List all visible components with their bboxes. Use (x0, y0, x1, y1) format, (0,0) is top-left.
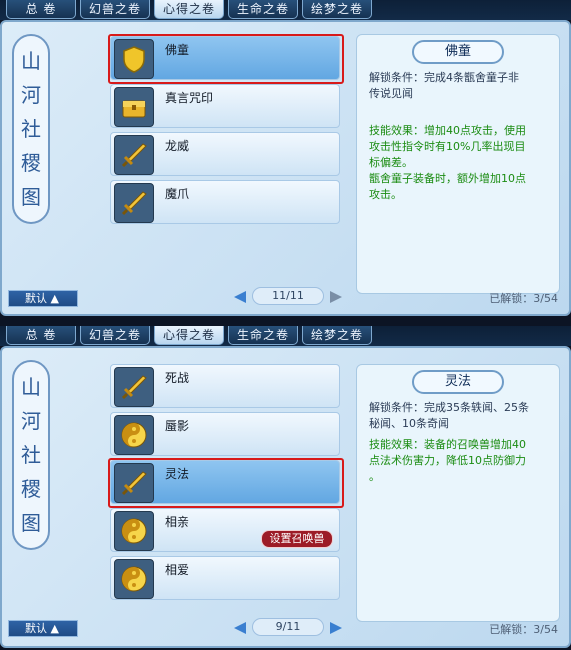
prev-page-arrow-icon[interactable] (233, 620, 247, 634)
skill-name: 死战 (165, 371, 190, 385)
tab-beast[interactable]: 幻兽之卷 (80, 0, 150, 19)
skill-name: 魔爪 (165, 187, 190, 201)
emblem-char: 图 (21, 511, 41, 535)
prev-page-arrow-icon[interactable] (233, 289, 247, 303)
skill-name: 蜃影 (165, 419, 190, 433)
bottom-book-body: 山 河 社 稷 图 死战 蜃影 灵法 相亲 设置召唤兽 相爱 灵法 解锁条件：完… (0, 346, 571, 648)
unlock-condition: 解锁条件：完成35条轶闻、25条 秘闻、10条奇闻 (369, 401, 529, 430)
skill-row-xiangqin[interactable]: 相亲 设置召唤兽 (110, 508, 340, 552)
sword-icon (114, 367, 154, 407)
default-sort-button[interactable]: 默认 ▲ (8, 620, 78, 637)
emblem-char: 河 (21, 409, 41, 433)
emblem-char: 山 (21, 375, 41, 399)
emblem-char: 社 (21, 443, 41, 467)
skill-row-zhenyan[interactable]: 真言咒印 (110, 84, 340, 128)
tab-life[interactable]: 生命之卷 (228, 0, 298, 19)
treasure-chest-icon (114, 87, 154, 127)
yin-yang-icon (114, 559, 154, 599)
top-panel: 总 卷 幻兽之卷 心得之卷 生命之卷 绘梦之卷 山 河 社 稷 图 佛童 真言咒… (0, 0, 571, 318)
skill-row-mozhua[interactable]: 魔爪 (110, 180, 340, 224)
emblem-char: 稷 (21, 477, 41, 501)
sword-icon (114, 135, 154, 175)
unlocked-count: 已解锁：3/54 (489, 623, 558, 636)
skill-row-longwei[interactable]: 龙威 (110, 132, 340, 176)
skill-name: 相亲 (165, 515, 190, 529)
skill-row-shenying[interactable]: 蜃影 (110, 412, 340, 456)
tab-dream[interactable]: 绘梦之卷 (302, 0, 372, 19)
tab-insight[interactable]: 心得之卷 (154, 0, 224, 19)
tab-life[interactable]: 生命之卷 (228, 326, 298, 345)
bottom-panel: 总 卷 幻兽之卷 心得之卷 生命之卷 绘梦之卷 山 河 社 稷 图 死战 蜃影 (0, 326, 571, 650)
emblem-char: 图 (21, 185, 41, 209)
tab-general[interactable]: 总 卷 (6, 0, 76, 19)
emblem-char: 河 (21, 83, 41, 107)
default-sort-button[interactable]: 默认 ▲ (8, 290, 78, 307)
emblem-char: 稷 (21, 151, 41, 175)
page-indicator: 9/11 (252, 618, 324, 636)
tab-general[interactable]: 总 卷 (6, 326, 76, 345)
detail-title: 灵法 (412, 370, 504, 394)
skill-list: 佛童 真言咒印 龙威 魔爪 (108, 34, 344, 228)
skill-list: 死战 蜃影 灵法 相亲 设置召唤兽 相爱 (108, 364, 344, 604)
top-book-body: 山 河 社 稷 图 佛童 真言咒印 龙威 魔爪 佛童 解锁条件：完成4条甑舍童子… (0, 20, 571, 316)
skill-row-xiangai[interactable]: 相爱 (110, 556, 340, 600)
shield-icon (114, 39, 154, 79)
emblem-char: 社 (21, 117, 41, 141)
sword-icon (114, 463, 154, 503)
skill-row-fotong[interactable]: 佛童 (108, 34, 344, 84)
detail-title: 佛童 (412, 40, 504, 64)
set-summon-button[interactable]: 设置召唤兽 (261, 530, 333, 548)
skill-row-sizhan[interactable]: 死战 (110, 364, 340, 408)
unlocked-count: 已解锁：3/54 (489, 292, 558, 305)
skill-detail-panel: 灵法 解锁条件：完成35条轶闻、25条 秘闻、10条奇闻 技能效果：装备的召唤兽… (356, 364, 560, 622)
book-emblem: 山 河 社 稷 图 (12, 34, 50, 224)
next-page-arrow-icon[interactable] (329, 289, 343, 303)
skill-name: 佛童 (165, 43, 190, 57)
tab-dream[interactable]: 绘梦之卷 (302, 326, 372, 345)
skill-name: 龙威 (165, 139, 190, 153)
unlock-condition: 解锁条件：完成4条甑舍童子非 传说见闻 (369, 71, 519, 100)
skill-effect: 技能效果：装备的召唤兽增加40 点法术伤害力，降低10点防御力 。 (369, 438, 526, 483)
skill-effect: 技能效果：增加40点攻击，使用 攻击性指令时有10%几率出现目 标偏差。 甑舍童… (369, 124, 526, 201)
yin-yang-icon (114, 511, 154, 551)
next-page-arrow-icon[interactable] (329, 620, 343, 634)
top-tab-bar: 总 卷 幻兽之卷 心得之卷 生命之卷 绘梦之卷 (0, 0, 571, 20)
emblem-char: 山 (21, 49, 41, 73)
page-indicator: 11/11 (252, 287, 324, 305)
yin-yang-icon (114, 415, 154, 455)
skill-detail-panel: 佛童 解锁条件：完成4条甑舍童子非 传说见闻 技能效果：增加40点攻击，使用 攻… (356, 34, 560, 294)
skill-name: 相爱 (165, 563, 190, 577)
book-emblem: 山 河 社 稷 图 (12, 360, 50, 550)
bottom-tab-bar: 总 卷 幻兽之卷 心得之卷 生命之卷 绘梦之卷 (0, 326, 571, 346)
skill-name: 真言咒印 (165, 91, 214, 105)
tab-insight[interactable]: 心得之卷 (154, 326, 224, 345)
skill-name: 灵法 (165, 467, 190, 481)
skill-row-lingfa[interactable]: 灵法 (108, 458, 344, 508)
tab-beast[interactable]: 幻兽之卷 (80, 326, 150, 345)
sword-icon (114, 183, 154, 223)
